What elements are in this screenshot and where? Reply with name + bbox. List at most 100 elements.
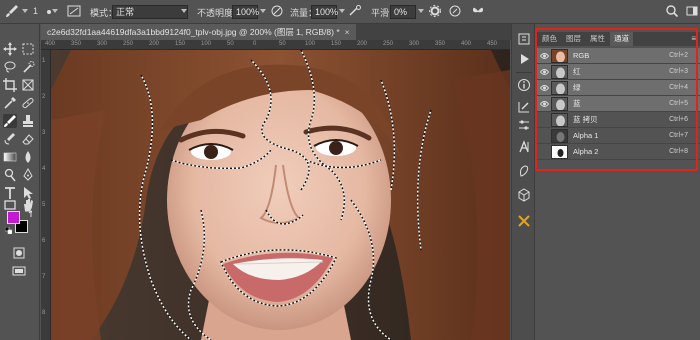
portrait-photo <box>51 50 510 340</box>
horizontal-ruler[interactable]: 400 350 300 250 200 150 100 50 0 50 100 150 200 250 30… <box>41 40 510 50</box>
document-tab-bar: c2e6d32fd1aa44619dfa3a1bbd9124f0_tplv-ob… <box>41 24 511 40</box>
crop-tool-icon[interactable] <box>3 78 17 92</box>
eye-hidden-icon[interactable] <box>540 132 549 140</box>
flow-value: 100% <box>315 7 339 17</box>
eye-icon[interactable] <box>539 68 550 76</box>
channel-thumbnail <box>551 129 568 143</box>
default-colors-icon[interactable] <box>4 226 13 235</box>
ruler-tick-label: 400 <box>461 41 472 47</box>
channel-row[interactable]: Alpha 1 Ctrl+7 <box>536 128 700 144</box>
channel-name: 绿 <box>573 83 581 92</box>
document-tab-title: c2e6d32fd1aa44619dfa3a1bbd9124f0_tplv-ob… <box>47 27 340 37</box>
glyphs-panel-icon[interactable] <box>517 164 531 178</box>
quick-mask-icon[interactable] <box>12 246 26 260</box>
flow-input[interactable]: 100% <box>311 5 339 19</box>
channel-thumbnail <box>551 65 568 79</box>
eraser-tool-icon[interactable] <box>21 132 35 146</box>
spot-healing-tool-icon[interactable] <box>21 96 35 110</box>
opacity-pressure-icon[interactable] <box>269 4 285 20</box>
eye-hidden-icon[interactable] <box>540 148 549 156</box>
channel-shortcut: Ctrl+4 <box>669 84 688 91</box>
tab-properties[interactable]: 属性 <box>586 32 609 46</box>
adjustments-sliders-icon[interactable] <box>517 118 531 132</box>
tab-layers[interactable]: 图层 <box>562 32 585 46</box>
document-tab[interactable]: c2e6d32fd1aa44619dfa3a1bbd9124f0_tplv-ob… <box>41 24 356 40</box>
channel-shortcut: Ctrl+6 <box>669 116 688 123</box>
vertical-ruler[interactable]: 1 2 3 4 5 6 7 8 <box>41 50 51 340</box>
channel-row[interactable]: 绿 Ctrl+4 <box>536 80 700 96</box>
channel-shortcut: Ctrl+8 <box>669 148 688 155</box>
brush-tool-selected-icon[interactable] <box>3 114 17 128</box>
blur-tool-icon[interactable] <box>21 150 35 164</box>
channel-row[interactable]: 红 Ctrl+3 <box>536 64 700 80</box>
channel-row[interactable]: Alpha 2 Ctrl+8 <box>536 144 700 160</box>
channel-name: 红 <box>573 67 581 76</box>
mode-dropdown-icon[interactable] <box>181 9 187 13</box>
channels-panel: 颜色 图层 属性 通道 ≡ RGB Ctrl+2 红 Ctrl+3 绿 Ctrl+4 蓝 Ct… <box>536 24 700 340</box>
gradient-tool-icon[interactable] <box>3 150 17 164</box>
history-panel-icon[interactable] <box>517 32 531 46</box>
screen-mode-icon[interactable] <box>12 264 26 278</box>
lasso-tool-icon[interactable] <box>3 60 17 74</box>
move-tool-icon[interactable] <box>3 42 17 56</box>
pen-tool-icon[interactable] <box>21 168 35 182</box>
panel-menu-icon[interactable]: ≡ <box>691 34 696 44</box>
brush-settings-icon[interactable] <box>517 100 531 114</box>
rectangle-tool-icon[interactable] <box>3 198 17 212</box>
flow-dropdown-icon[interactable] <box>339 9 345 13</box>
3d-cube-icon[interactable] <box>517 188 531 202</box>
opacity-dropdown-icon[interactable] <box>260 9 266 13</box>
character-panel-icon[interactable] <box>517 140 531 154</box>
ruler-tick-label: 350 <box>435 41 446 47</box>
pressure-size-icon[interactable] <box>447 4 463 20</box>
symmetry-butterfly-icon[interactable] <box>470 4 486 20</box>
tab-channels[interactable]: 通道 <box>610 32 633 46</box>
channel-name: 蓝 拷贝 <box>573 115 598 124</box>
ruler-tick-label: 250 <box>123 41 134 47</box>
clone-stamp-tool-icon[interactable] <box>21 114 35 128</box>
channel-row[interactable]: 蓝 Ctrl+5 <box>536 96 700 112</box>
tool-preset-dropdown-icon[interactable] <box>22 9 28 13</box>
channel-name: 蓝 <box>573 99 581 108</box>
quick-selection-tool-icon[interactable] <box>21 60 35 74</box>
info-icon[interactable] <box>517 78 531 92</box>
smoothing-dropdown-icon[interactable] <box>418 9 424 13</box>
foreground-color-swatch[interactable] <box>7 211 20 224</box>
marquee-tool-icon[interactable] <box>21 42 35 56</box>
panel-tab-bar: 颜色 图层 属性 通道 ≡ <box>536 32 700 46</box>
channel-shortcut: Ctrl+7 <box>669 132 688 139</box>
eye-icon[interactable] <box>539 52 550 60</box>
mode-select[interactable]: 正常 <box>112 5 188 19</box>
brush-size-value[interactable]: 1 <box>33 6 38 16</box>
actions-play-icon[interactable] <box>517 52 531 66</box>
ruler-tick-label: 300 <box>97 41 108 47</box>
canvas[interactable] <box>51 50 510 340</box>
airbrush-icon[interactable] <box>347 4 363 20</box>
eye-hidden-icon[interactable] <box>540 116 549 124</box>
tool-presets-icon[interactable] <box>517 214 531 228</box>
brush-settings-panel-icon[interactable] <box>66 4 82 20</box>
smoothing-value: 0% <box>394 7 408 17</box>
dodge-tool-icon[interactable] <box>3 168 17 182</box>
opacity-input[interactable]: 100% <box>232 5 259 19</box>
eye-icon[interactable] <box>539 84 550 92</box>
frame-tool-icon[interactable] <box>21 78 35 92</box>
tab-color[interactable]: 颜色 <box>538 32 561 46</box>
workspace-icon[interactable] <box>684 4 700 20</box>
swap-colors-icon[interactable] <box>24 210 34 218</box>
ruler-tick-label: 50 <box>279 41 286 47</box>
eyedropper-tool-icon[interactable] <box>3 96 17 110</box>
channel-row[interactable]: RGB Ctrl+2 <box>536 48 700 64</box>
ruler-tick-label: 150 <box>175 41 186 47</box>
eye-icon[interactable] <box>539 100 550 108</box>
channel-row[interactable]: 蓝 拷贝 Ctrl+6 <box>536 112 700 128</box>
gear-icon[interactable] <box>427 4 443 20</box>
ruler-tick-label: 300 <box>409 41 420 47</box>
brush-preset-dropdown-icon[interactable] <box>52 9 58 13</box>
search-icon[interactable] <box>664 4 680 20</box>
smoothing-input[interactable]: 0% <box>390 5 416 19</box>
history-brush-tool-icon[interactable] <box>3 132 17 146</box>
ruler-tick-label: 5 <box>42 202 46 208</box>
brush-tool-icon[interactable] <box>4 4 20 20</box>
close-document-icon[interactable]: × <box>345 27 350 37</box>
